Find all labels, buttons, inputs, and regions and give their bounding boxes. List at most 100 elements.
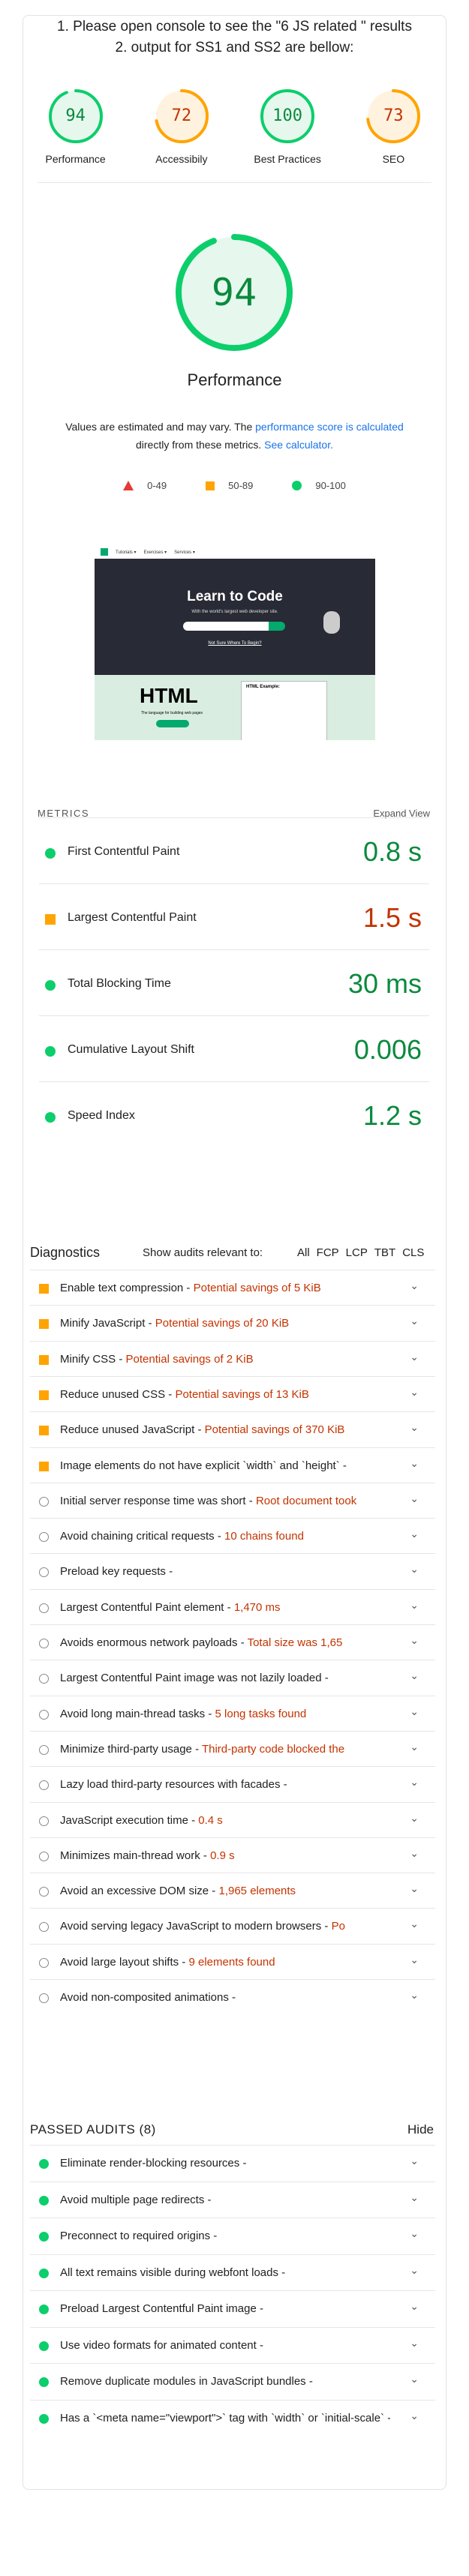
- gauge-accessibily[interactable]: 72 Accessibily: [133, 88, 230, 171]
- chevron-down-icon[interactable]: ⌄: [410, 1563, 419, 1576]
- passed-audit-row[interactable]: Use video formats for animated content -…: [30, 2326, 435, 2364]
- chevron-down-icon[interactable]: ⌄: [410, 1705, 419, 1718]
- diagnostic-audit-row[interactable]: Minify CSS - Potential savings of 2 KiB ⌄: [30, 1340, 435, 1378]
- gauge-seo[interactable]: 73 SEO: [344, 88, 442, 171]
- chevron-down-icon[interactable]: ⌄: [410, 2410, 419, 2422]
- chevron-down-icon[interactable]: ⌄: [410, 2155, 419, 2167]
- performance-score-link[interactable]: performance score is calculated: [255, 421, 404, 433]
- chevron-down-icon[interactable]: ⌄: [410, 1776, 419, 1789]
- circle-outline-icon: [39, 1639, 49, 1648]
- audit-text: JavaScript execution time - 0.4 s: [60, 1813, 223, 1827]
- chevron-down-icon[interactable]: ⌄: [410, 1882, 419, 1895]
- audit-text: All text remains visible during webfont …: [60, 2266, 286, 2279]
- chevron-down-icon[interactable]: ⌄: [410, 2264, 419, 2277]
- diagnostic-audit-row[interactable]: Avoid chaining critical requests - 10 ch…: [30, 1518, 435, 1555]
- diagnostic-audit-row[interactable]: Initial server response time was short -…: [30, 1482, 435, 1519]
- audit-text: Image elements do not have explicit `wid…: [60, 1459, 347, 1472]
- metric-row: Cumulative Layout Shift 0.006: [39, 1015, 429, 1085]
- diagnostic-audit-row[interactable]: Avoids enormous network payloads - Total…: [30, 1624, 435, 1661]
- chevron-down-icon[interactable]: ⌄: [410, 1315, 419, 1327]
- chevron-down-icon[interactable]: ⌄: [410, 2300, 419, 2313]
- circle-green-icon: [45, 1046, 56, 1057]
- chevron-down-icon[interactable]: ⌄: [410, 1599, 419, 1612]
- chevron-down-icon[interactable]: ⌄: [410, 1492, 419, 1505]
- filter-chip-lcp[interactable]: LCP: [346, 1246, 368, 1259]
- audit-savings: Third-party code blocked the: [201, 1742, 345, 1756]
- chevron-down-icon[interactable]: ⌄: [410, 1457, 419, 1470]
- metric-value: 0.006: [353, 1034, 422, 1065]
- chevron-down-icon[interactable]: ⌄: [410, 1918, 419, 1930]
- chevron-down-icon[interactable]: ⌄: [410, 2337, 419, 2350]
- passed-audit-row[interactable]: Preconnect to required origins - ⌄: [30, 2218, 435, 2254]
- diagnostic-audit-row[interactable]: Minify JavaScript - Potential savings of…: [30, 1305, 435, 1342]
- see-calculator-link[interactable]: See calculator.: [264, 439, 333, 451]
- circle-green-icon: [39, 2195, 49, 2206]
- diagnostic-audit-row[interactable]: JavaScript execution time - 0.4 s ⌄: [30, 1801, 435, 1839]
- chevron-down-icon[interactable]: ⌄: [410, 1989, 419, 2002]
- thumbnail-nav-item: Tutorials ▾: [116, 550, 137, 555]
- chevron-down-icon[interactable]: ⌄: [410, 1954, 419, 1966]
- chevron-down-icon[interactable]: ⌄: [410, 1634, 419, 1647]
- hide-passed-toggle[interactable]: Hide: [407, 2122, 434, 2137]
- chevron-down-icon[interactable]: ⌄: [410, 1351, 419, 1363]
- audit-savings: 0.4 s: [198, 1813, 223, 1827]
- passed-audit-row[interactable]: Remove duplicate modules in JavaScript b…: [30, 2363, 435, 2400]
- passed-audit-row[interactable]: Has a `<meta name="viewport">` tag with …: [30, 2399, 435, 2437]
- audit-title: Avoid chaining critical requests: [60, 1530, 215, 1543]
- diagnostic-audit-row[interactable]: Reduce unused JavaScript - Potential sav…: [30, 1411, 435, 1448]
- diagnostic-audit-row[interactable]: Avoid long main-thread tasks - 5 long ta…: [30, 1695, 435, 1732]
- diagnostic-audit-row[interactable]: Preload key requests - ⌄: [30, 1553, 435, 1590]
- chevron-down-icon[interactable]: ⌄: [410, 1279, 419, 1292]
- audit-title: Use video formats for animated content: [60, 2338, 257, 2352]
- diagnostic-audit-row[interactable]: Avoid serving legacy JavaScript to moder…: [30, 1908, 435, 1945]
- audit-title: Largest Contentful Paint image was not l…: [60, 1672, 322, 1685]
- diagnostic-audit-row[interactable]: Lazy load third-party resources with fac…: [30, 1766, 435, 1803]
- audit-text: Avoid an excessive DOM size - 1,965 elem…: [60, 1885, 296, 1898]
- gauge-performance[interactable]: 94 Performance: [27, 88, 125, 171]
- thumbnail-example-title: HTML Example:: [246, 685, 280, 689]
- passed-audit-row[interactable]: Preload Largest Contentful Paint image -…: [30, 2290, 435, 2327]
- circle-green-icon: [39, 2413, 49, 2424]
- chevron-down-icon[interactable]: ⌄: [410, 1386, 419, 1399]
- thumbnail-hero-link: Not Sure Where To Begin?: [208, 641, 262, 646]
- audit-text: Enable text compression - Potential savi…: [60, 1282, 321, 1294]
- diagnostic-audit-row[interactable]: Reduce unused CSS - Potential savings of…: [30, 1375, 435, 1413]
- chevron-down-icon[interactable]: ⌄: [410, 2227, 419, 2240]
- audit-text: Avoid chaining critical requests - 10 ch…: [60, 1530, 304, 1543]
- chevron-down-icon[interactable]: ⌄: [410, 1528, 419, 1540]
- filter-chip-cls[interactable]: CLS: [402, 1246, 424, 1259]
- filter-chip-tbt[interactable]: TBT: [374, 1246, 395, 1259]
- diagnostic-audit-row[interactable]: Minimize third-party usage - Third-party…: [30, 1730, 435, 1768]
- audit-text: Minify JavaScript - Potential savings of…: [60, 1317, 290, 1330]
- chevron-down-icon[interactable]: ⌄: [410, 1421, 419, 1434]
- passed-audit-row[interactable]: Eliminate render-blocking resources - ⌄: [30, 2145, 435, 2182]
- thumbnail-html-text: The language for building web pages: [141, 711, 203, 715]
- passed-audit-row[interactable]: All text remains visible during webfont …: [30, 2254, 435, 2291]
- diagnostic-audit-row[interactable]: Minimizes main-thread work - 0.9 s ⌄: [30, 1837, 435, 1874]
- audit-title: Avoids enormous network payloads: [60, 1636, 238, 1649]
- diagnostic-audit-row[interactable]: Avoid large layout shifts - 9 elements f…: [30, 1943, 435, 1981]
- audit-text: Largest Contentful Paint element - 1,470…: [60, 1600, 281, 1614]
- chevron-down-icon[interactable]: ⌄: [410, 2191, 419, 2204]
- diagnostic-audit-row[interactable]: Image elements do not have explicit `wid…: [30, 1447, 435, 1484]
- audit-text: Preload Largest Contentful Paint image -: [60, 2302, 263, 2315]
- filter-chip-all[interactable]: All: [297, 1246, 310, 1259]
- circle-outline-icon: [39, 1922, 49, 1933]
- filter-chip-fcp[interactable]: FCP: [317, 1246, 339, 1259]
- chevron-down-icon[interactable]: ⌄: [410, 2373, 419, 2386]
- passed-audit-row[interactable]: Avoid multiple page redirects - ⌄: [30, 2181, 435, 2218]
- audit-text: Lazy load third-party resources with fac…: [60, 1778, 287, 1792]
- chevron-down-icon[interactable]: ⌄: [410, 1847, 419, 1860]
- gauge-label: Best Practices: [254, 153, 321, 165]
- diagnostic-audit-row[interactable]: Avoid an excessive DOM size - 1,965 elem…: [30, 1873, 435, 1909]
- legend-pass: 90-100: [292, 480, 346, 491]
- diagnostic-audit-row[interactable]: Largest Contentful Paint image was not l…: [30, 1660, 435, 1696]
- chevron-down-icon[interactable]: ⌄: [410, 1812, 419, 1825]
- chevron-down-icon[interactable]: ⌄: [410, 1669, 419, 1682]
- thumbnail-hero: Learn to Code With the world's largest w…: [95, 566, 375, 675]
- diagnostic-audit-row[interactable]: Enable text compression - Potential savi…: [30, 1270, 435, 1306]
- diagnostic-audit-row[interactable]: Largest Contentful Paint element - 1,470…: [30, 1588, 435, 1626]
- chevron-down-icon[interactable]: ⌄: [410, 1741, 419, 1753]
- gauge-best-practices[interactable]: 100 Best Practices: [239, 88, 336, 171]
- diagnostic-audit-row[interactable]: Avoid non-composited animations - ⌄: [30, 1979, 435, 2016]
